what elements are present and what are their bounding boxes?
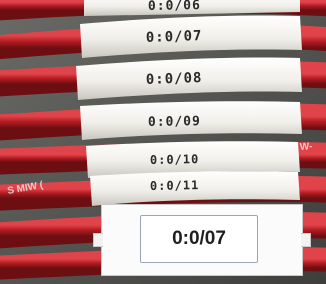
card-tab-left [93, 233, 103, 247]
photo-scene: 0:0/06 0:0/07 0:0/08 0:0/09 0:0/10 0:0/1… [0, 0, 326, 284]
label-preview-box: 0:0/07 [140, 215, 258, 263]
sleeve-label-11: 0:0/11 [150, 178, 200, 193]
label-preview-card: 0:0/07 [93, 204, 311, 276]
sleeve-label-06: 0:0/06 [148, 0, 201, 14]
wire-jacket-print-right: W- [299, 141, 312, 153]
label-preview-text: 0:0/07 [172, 228, 226, 249]
sleeve-label-08: 0:0/08 [146, 70, 203, 88]
card-tab-right [301, 233, 311, 247]
sleeve-label-10: 0:0/10 [150, 152, 200, 167]
sleeve-label-07: 0:0/07 [146, 28, 203, 46]
sleeve-label-09: 0:0/09 [148, 114, 201, 130]
